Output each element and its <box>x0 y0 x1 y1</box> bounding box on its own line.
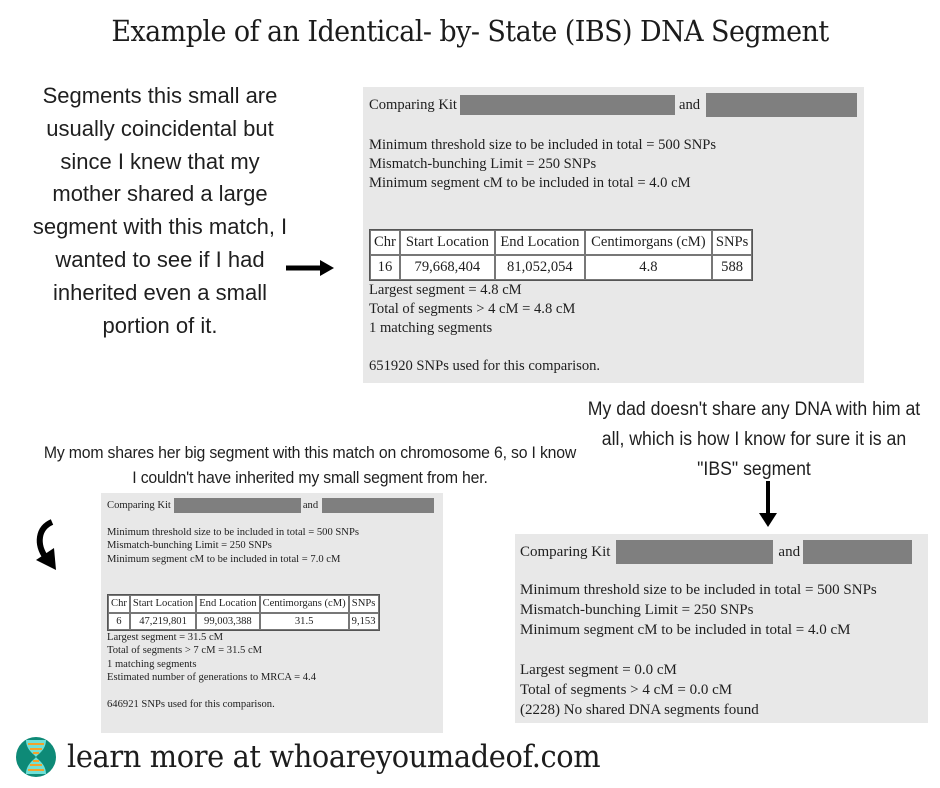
right-arrow-icon <box>286 260 334 276</box>
matching-segments-text: 1 matching segments <box>369 320 493 336</box>
down-arrow-icon <box>759 481 777 527</box>
redacted-kit-id <box>459 95 675 115</box>
largest-segment-text: Largest segment = 4.8 cM <box>369 282 522 298</box>
redacted-kit-id <box>322 498 435 513</box>
table-header-row: Chr Start Location End Location Centimor… <box>108 595 379 613</box>
cell-centimorgans: 31.5 <box>259 612 349 631</box>
cell-snps: 588 <box>711 255 753 280</box>
redacted-kit-id <box>616 540 774 564</box>
min-segment-cm-text: Minimum segment cM to be included in tot… <box>107 553 341 565</box>
kit-row: Comparing Kit and <box>369 93 864 117</box>
comparison-panel-self: Comparing Kit and Minimum threshold size… <box>363 87 864 383</box>
table-row: 16 79,668,404 81,052,054 4.8 588 <box>370 255 753 280</box>
cell-snps: 9,153 <box>348 612 379 631</box>
comparison-panel-mom: Comparing Kit and Minimum threshold size… <box>101 493 443 733</box>
table-row: 6 47,219,801 99,003,388 31.5 9,153 <box>108 612 379 631</box>
header-snps: SNPs <box>348 595 379 613</box>
snps-used-text: 646921 SNPs used for this comparison. <box>107 698 275 710</box>
footer: learn more at whoareyoumadeof.com <box>15 736 640 778</box>
total-segments-text: Total of segments > 4 cM = 4.8 cM <box>369 301 576 317</box>
redacted-kit-id <box>803 540 913 564</box>
cell-centimorgans: 4.8 <box>584 255 712 280</box>
kit-row: Comparing Kit and <box>107 498 443 513</box>
segment-table: Chr Start Location End Location Centimor… <box>369 229 754 281</box>
segment-table: Chr Start Location End Location Centimor… <box>107 594 380 632</box>
dna-hourglass-logo-icon <box>16 737 56 777</box>
cell-end-location: 99,003,388 <box>196 612 260 631</box>
redacted-kit-id <box>173 498 301 513</box>
mismatch-limit-text: Mismatch-bunching Limit = 250 SNPs <box>520 602 754 618</box>
header-end-location: End Location <box>494 230 585 255</box>
cell-start-location: 47,219,801 <box>129 612 197 631</box>
note-small-segment: Segments this small are usually coincide… <box>32 83 288 338</box>
comparison-panel-dad: Comparing Kit and Minimum threshold size… <box>515 534 928 723</box>
note-mom: My mom shares her big segment with this … <box>43 443 577 487</box>
total-segments-text: Total of segments > 4 cM = 0.0 cM <box>520 682 733 698</box>
header-end-location: End Location <box>196 595 260 613</box>
cell-start-location: 79,668,404 <box>399 255 495 280</box>
largest-segment-text: Largest segment = 0.0 cM <box>520 662 677 678</box>
page-title: Example of an Identical- by- State (IBS)… <box>111 14 829 48</box>
redacted-kit-id <box>706 93 858 117</box>
comparing-kit-label: Comparing Kit <box>369 96 457 113</box>
snps-used-text: 651920 SNPs used for this comparison. <box>369 358 601 374</box>
mismatch-limit-text: Mismatch-bunching Limit = 250 SNPs <box>369 156 597 172</box>
min-segment-cm-text: Minimum segment cM to be included in tot… <box>520 622 851 638</box>
mrca-text: Estimated number of generations to MRCA … <box>107 672 316 684</box>
and-label: and <box>678 96 701 113</box>
curved-down-arrow-icon <box>36 519 56 570</box>
footer-link-text[interactable]: learn more at whoareyoumadeof.com <box>67 739 601 775</box>
cell-chr: 16 <box>370 255 400 280</box>
cell-end-location: 81,052,054 <box>494 255 585 280</box>
header-snps: SNPs <box>711 230 753 255</box>
header-centimorgans: Centimorgans (cM) <box>584 230 712 255</box>
table-header-row: Chr Start Location End Location Centimor… <box>370 230 753 255</box>
comparing-kit-label: Comparing Kit <box>107 499 171 511</box>
largest-segment-text: Largest segment = 31.5 cM <box>107 632 224 644</box>
and-label: and <box>302 499 319 511</box>
header-centimorgans: Centimorgans (cM) <box>259 595 349 613</box>
comparing-kit-label: Comparing Kit <box>520 544 611 560</box>
kit-row: Comparing Kit and <box>520 540 928 564</box>
header-chr: Chr <box>108 595 130 613</box>
min-threshold-text: Minimum threshold size to be included in… <box>107 527 359 538</box>
mismatch-limit-text: Mismatch-bunching Limit = 250 SNPs <box>107 540 272 552</box>
min-threshold-text: Minimum threshold size to be included in… <box>520 582 877 598</box>
header-start-location: Start Location <box>399 230 495 255</box>
total-segments-text: Total of segments > 7 cM = 31.5 cM <box>107 645 263 657</box>
no-shared-segments-text: (2228) No shared DNA segments found <box>520 702 759 718</box>
min-threshold-text: Minimum threshold size to be included in… <box>369 137 717 153</box>
header-start-location: Start Location <box>129 595 197 613</box>
note-dad: My dad doesn't share any DNA with him at… <box>587 399 921 480</box>
and-label: and <box>778 544 801 560</box>
min-segment-cm-text: Minimum segment cM to be included in tot… <box>369 175 691 191</box>
matching-segments-text: 1 matching segments <box>107 658 197 670</box>
cell-chr: 6 <box>108 612 130 631</box>
header-chr: Chr <box>370 230 400 255</box>
